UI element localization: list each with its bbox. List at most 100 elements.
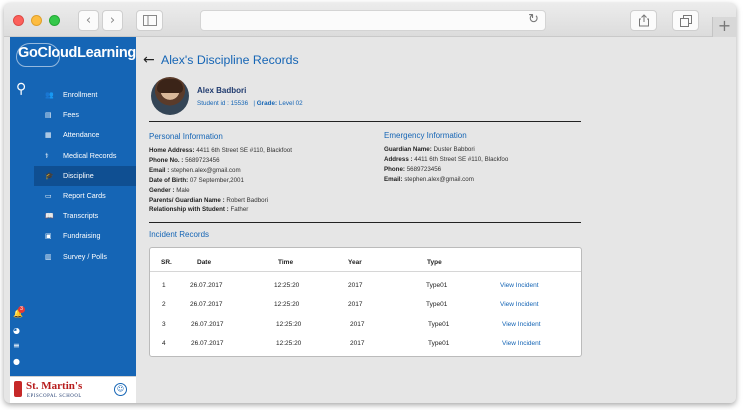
notification-badge: 3 <box>18 306 25 313</box>
personal-info-fields: Home Address: 4411 6th Street SE #110, B… <box>149 147 292 214</box>
cell-date: 26.07.2017 <box>191 340 224 347</box>
cell-time: 12:25:20 <box>276 340 302 347</box>
header-divider <box>150 271 581 272</box>
cell-time: 12:25:20 <box>274 301 300 308</box>
back-icon[interactable]: ‹ <box>78 10 99 31</box>
menu-icon[interactable]: ≡ <box>13 341 20 350</box>
emergency-info-fields: Guardian Name: Duster Babbori Address : … <box>384 146 509 183</box>
cell-year: 2017 <box>348 301 363 308</box>
cell-year: 2017 <box>348 282 363 289</box>
cell-type: Type01 <box>426 282 448 289</box>
browser-titlebar: ‹ › ↻ <box>4 3 736 37</box>
cell-type: Type01 <box>428 340 450 347</box>
sidebar-toggle-icon[interactable] <box>136 10 163 31</box>
view-incident-link[interactable]: View Incident <box>502 321 541 328</box>
main-content: ← Alex's Discipline Records Alex Badbori… <box>136 37 736 403</box>
cell-sr: 4 <box>162 340 166 347</box>
maximize-window-button[interactable] <box>49 15 60 26</box>
stethoscope-icon: ⚕ <box>45 151 49 160</box>
sidebar-item-label: Fees <box>63 110 79 120</box>
cell-date: 26.07.2017 <box>190 282 223 289</box>
student-name: Alex Badbori <box>197 86 247 95</box>
sidebar-item-fees[interactable]: ▤ Fees <box>34 105 136 125</box>
cell-date: 26.07.2017 <box>191 321 224 328</box>
school-name: St. Martin's <box>26 380 83 392</box>
new-tab-button[interactable]: + <box>712 17 736 37</box>
cell-sr: 1 <box>162 282 166 289</box>
column-header-date: Date <box>197 259 212 266</box>
book-icon: 📖 <box>45 212 54 221</box>
back-arrow-icon[interactable]: ← <box>143 52 155 68</box>
app-logo[interactable]: GoCloudLearning <box>18 45 136 61</box>
fees-icon: ▤ <box>45 111 52 120</box>
minimize-window-button[interactable] <box>31 15 42 26</box>
emergency-info-title: Emergency Information <box>384 131 467 140</box>
student-id-value: 15536 <box>230 100 249 107</box>
incident-table: SR. Date Time Year Type 1 26.07.2017 12:… <box>149 247 582 357</box>
cell-time: 12:25:20 <box>276 321 302 328</box>
forward-icon[interactable]: › <box>102 10 123 31</box>
report-card-icon: ▭ <box>45 191 52 200</box>
sidebar-item-label: Attendance <box>63 130 100 140</box>
cell-date: 26.07.2017 <box>190 301 223 308</box>
cell-year: 2017 <box>350 340 365 347</box>
column-header-type: Type <box>427 259 442 266</box>
school-crest-icon <box>14 381 22 397</box>
student-meta: Student id : 15536 | Grade: Level 02 <box>197 100 303 107</box>
school-profile-icon[interactable]: ☺ <box>114 383 127 396</box>
incident-records-title: Incident Records <box>149 230 210 239</box>
search-icon[interactable]: ⚲ <box>16 81 26 97</box>
sidebar-item-label: Medical Records <box>63 150 117 160</box>
sidebar-item-label: Fundraising <box>63 231 101 241</box>
address-bar[interactable]: ↻ <box>200 10 546 31</box>
column-header-year: Year <box>348 259 362 266</box>
sidebar-nav: 👥 Enrollment ▤ Fees ▦ Attendance ⚕ Medical R… <box>34 85 136 267</box>
school-subtitle: EPISCOPAL SCHOOL <box>27 394 82 399</box>
cell-sr: 3 <box>162 321 166 328</box>
users-icon: 👥 <box>45 91 54 99</box>
column-header-time: Time <box>278 259 294 266</box>
sidebar-item-fundraising[interactable]: ▣ Fundraising <box>34 226 136 246</box>
close-window-button[interactable] <box>13 15 24 26</box>
survey-icon: ▥ <box>45 252 52 261</box>
student-id-label: Student id : <box>197 100 229 107</box>
sidebar-item-label: Transcripts <box>63 211 99 221</box>
sidebar-item-transcripts[interactable]: 📖 Transcripts <box>34 206 136 226</box>
cell-year: 2017 <box>350 321 365 328</box>
view-incident-link[interactable]: View Incident <box>502 340 541 347</box>
grade-value: Level 02 <box>278 100 303 107</box>
graduation-cap-icon: 🎓 <box>45 171 54 180</box>
user-icon[interactable]: ● <box>13 357 20 366</box>
divider <box>149 121 581 122</box>
sidebar-item-label: Report Cards <box>63 190 106 200</box>
browser-window: ‹ › ↻ + GoCloudLearning ⚲ 👥 Enrollment ▤ F… <box>4 3 736 403</box>
view-incident-link[interactable]: View Incident <box>500 282 539 289</box>
avatar <box>151 77 189 115</box>
share-icon[interactable] <box>630 10 657 31</box>
sidebar-item-survey-polls[interactable]: ▥ Survey / Polls <box>34 247 136 267</box>
sidebar-item-label: Survey / Polls <box>63 251 107 261</box>
divider <box>149 222 581 223</box>
personal-info-title: Personal Information <box>149 132 223 141</box>
tabs-overview-icon[interactable] <box>672 10 699 31</box>
cell-sr: 2 <box>162 301 166 308</box>
reload-icon[interactable]: ↻ <box>528 12 539 27</box>
sidebar-item-report-cards[interactable]: ▭ Report Cards <box>34 186 136 206</box>
grade-label: Grade: <box>256 100 278 107</box>
fundraising-icon: ▣ <box>45 232 52 241</box>
cell-type: Type01 <box>428 321 450 328</box>
cell-type: Type01 <box>426 301 448 308</box>
sidebar-item-enrollment[interactable]: 👥 Enrollment <box>34 85 136 105</box>
attendance-icon: ▦ <box>45 131 52 140</box>
column-header-sr: SR. <box>161 259 172 266</box>
cell-time: 12:25:20 <box>274 282 300 289</box>
school-footer: St. Martin's EPISCOPAL SCHOOL ☺ <box>10 376 136 403</box>
sidebar: GoCloudLearning ⚲ 👥 Enrollment ▤ Fees ▦ Att… <box>10 37 136 403</box>
sidebar-item-attendance[interactable]: ▦ Attendance <box>34 125 136 145</box>
page-title: Alex's Discipline Records <box>161 53 299 67</box>
sidebar-item-discipline[interactable]: 🎓 Discipline <box>34 165 136 186</box>
sidebar-item-label: Enrollment <box>63 90 98 99</box>
palette-icon[interactable]: ◕ <box>13 326 20 335</box>
view-incident-link[interactable]: View Incident <box>500 301 539 308</box>
sidebar-item-medical-records[interactable]: ⚕ Medical Records <box>34 146 136 166</box>
